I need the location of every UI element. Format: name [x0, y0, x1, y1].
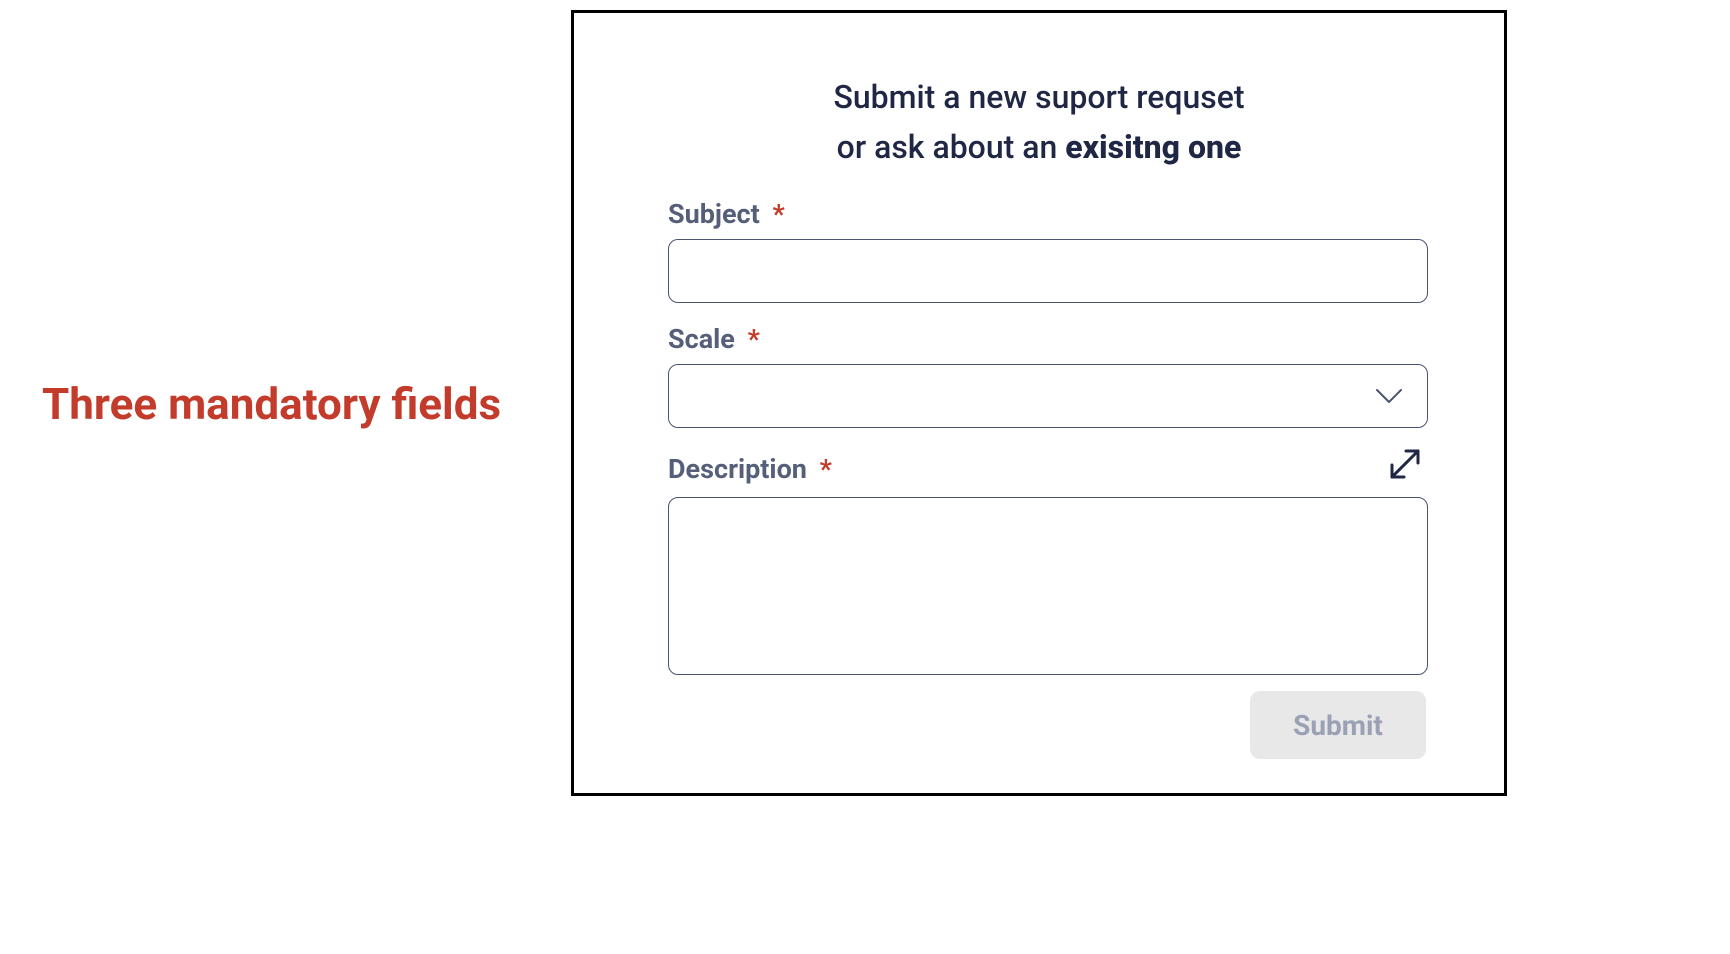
heading-line2-bold: exisitng one	[1065, 128, 1241, 166]
scale-label-text: Scale	[668, 323, 735, 355]
description-label-text: Description	[668, 453, 807, 485]
heading-line2-prefix: or ask about an	[837, 128, 1066, 166]
submit-button[interactable]: Submit	[1250, 691, 1426, 759]
support-form-panel: Submit a new suport requset or ask about…	[571, 10, 1507, 796]
description-label: Description *	[668, 453, 832, 485]
scale-select[interactable]	[668, 364, 1428, 428]
required-marker: *	[772, 198, 784, 230]
required-marker: *	[820, 453, 832, 485]
annotation-label: Three mandatory fields	[42, 378, 501, 430]
subject-label-text: Subject	[668, 198, 760, 230]
description-textarea[interactable]	[668, 497, 1428, 675]
panel-heading: Submit a new suport requset or ask about…	[574, 73, 1504, 172]
scale-label: Scale *	[668, 323, 760, 355]
subject-label: Subject *	[668, 198, 785, 230]
required-marker: *	[748, 323, 760, 355]
chevron-down-icon	[1375, 388, 1403, 404]
expand-icon[interactable]	[1386, 445, 1424, 483]
subject-input[interactable]	[668, 239, 1428, 303]
heading-line1: Submit a new suport requset	[833, 78, 1244, 116]
